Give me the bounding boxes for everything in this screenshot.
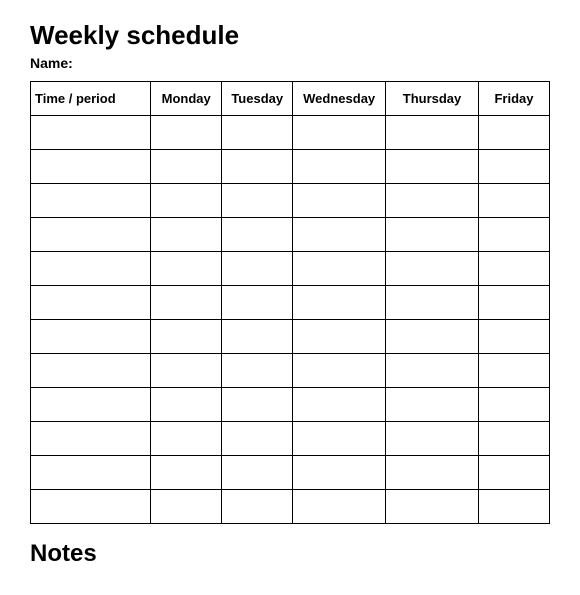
table-row[interactable] bbox=[31, 116, 550, 150]
table-row[interactable] bbox=[31, 286, 550, 320]
table-row[interactable] bbox=[31, 490, 550, 524]
notes-title: Notes bbox=[30, 540, 550, 568]
table-cell[interactable] bbox=[31, 422, 151, 456]
table-cell[interactable] bbox=[31, 252, 151, 286]
name-label: Name: bbox=[30, 55, 550, 71]
table-cell[interactable] bbox=[478, 218, 549, 252]
table-cell[interactable] bbox=[222, 218, 293, 252]
table-cell[interactable] bbox=[386, 388, 479, 422]
table-cell[interactable] bbox=[293, 252, 386, 286]
table-cell[interactable] bbox=[222, 150, 293, 184]
table-cell[interactable] bbox=[151, 252, 222, 286]
table-row[interactable] bbox=[31, 354, 550, 388]
table-cell[interactable] bbox=[222, 116, 293, 150]
page: Weekly schedule Name: Time / period Mond… bbox=[30, 20, 550, 568]
table-cell[interactable] bbox=[293, 388, 386, 422]
col-header-wed: Wednesday bbox=[293, 82, 386, 116]
table-cell[interactable] bbox=[222, 456, 293, 490]
table-cell[interactable] bbox=[151, 456, 222, 490]
table-cell[interactable] bbox=[478, 116, 549, 150]
table-row[interactable] bbox=[31, 456, 550, 490]
table-row[interactable] bbox=[31, 252, 550, 286]
col-header-tue: Tuesday bbox=[222, 82, 293, 116]
table-cell[interactable] bbox=[386, 490, 479, 524]
table-cell[interactable] bbox=[478, 252, 549, 286]
table-row[interactable] bbox=[31, 320, 550, 354]
table-cell[interactable] bbox=[386, 252, 479, 286]
table-cell[interactable] bbox=[386, 456, 479, 490]
table-cell[interactable] bbox=[31, 218, 151, 252]
table-cell[interactable] bbox=[478, 354, 549, 388]
table-cell[interactable] bbox=[151, 422, 222, 456]
table-cell[interactable] bbox=[31, 286, 151, 320]
table-cell[interactable] bbox=[293, 422, 386, 456]
table-cell[interactable] bbox=[293, 218, 386, 252]
table-cell[interactable] bbox=[478, 150, 549, 184]
page-title: Weekly schedule bbox=[30, 20, 550, 51]
table-cell[interactable] bbox=[31, 150, 151, 184]
table-cell[interactable] bbox=[151, 286, 222, 320]
table-cell[interactable] bbox=[478, 456, 549, 490]
table-cell[interactable] bbox=[293, 490, 386, 524]
table-cell[interactable] bbox=[31, 320, 151, 354]
table-cell[interactable] bbox=[478, 286, 549, 320]
table-cell[interactable] bbox=[386, 354, 479, 388]
table-cell[interactable] bbox=[31, 116, 151, 150]
table-cell[interactable] bbox=[151, 354, 222, 388]
table-cell[interactable] bbox=[151, 320, 222, 354]
table-cell[interactable] bbox=[293, 116, 386, 150]
table-cell[interactable] bbox=[151, 388, 222, 422]
table-row[interactable] bbox=[31, 218, 550, 252]
table-cell[interactable] bbox=[222, 354, 293, 388]
table-cell[interactable] bbox=[386, 184, 479, 218]
table-cell[interactable] bbox=[478, 320, 549, 354]
table-cell[interactable] bbox=[222, 286, 293, 320]
table-row[interactable] bbox=[31, 184, 550, 218]
table-cell[interactable] bbox=[222, 422, 293, 456]
table-cell[interactable] bbox=[151, 184, 222, 218]
table-cell[interactable] bbox=[31, 456, 151, 490]
table-cell[interactable] bbox=[222, 184, 293, 218]
col-header-fri: Friday bbox=[478, 82, 549, 116]
table-cell[interactable] bbox=[151, 218, 222, 252]
table-row[interactable] bbox=[31, 388, 550, 422]
table-header-row: Time / period Monday Tuesday Wednesday T… bbox=[31, 82, 550, 116]
table-cell[interactable] bbox=[151, 490, 222, 524]
table-cell[interactable] bbox=[222, 490, 293, 524]
col-header-thu: Thursday bbox=[386, 82, 479, 116]
table-cell[interactable] bbox=[293, 320, 386, 354]
table-cell[interactable] bbox=[293, 456, 386, 490]
col-header-mon: Monday bbox=[151, 82, 222, 116]
table-cell[interactable] bbox=[222, 252, 293, 286]
table-cell[interactable] bbox=[386, 116, 479, 150]
table-cell[interactable] bbox=[151, 116, 222, 150]
table-cell[interactable] bbox=[222, 388, 293, 422]
table-cell[interactable] bbox=[386, 320, 479, 354]
schedule-table: Time / period Monday Tuesday Wednesday T… bbox=[30, 81, 550, 524]
table-cell[interactable] bbox=[293, 184, 386, 218]
table-row[interactable] bbox=[31, 150, 550, 184]
table-cell[interactable] bbox=[386, 150, 479, 184]
col-header-time: Time / period bbox=[31, 82, 151, 116]
table-cell[interactable] bbox=[31, 354, 151, 388]
table-cell[interactable] bbox=[31, 490, 151, 524]
table-cell[interactable] bbox=[386, 422, 479, 456]
table-cell[interactable] bbox=[478, 388, 549, 422]
table-cell[interactable] bbox=[31, 388, 151, 422]
table-row[interactable] bbox=[31, 422, 550, 456]
table-cell[interactable] bbox=[151, 150, 222, 184]
table-cell[interactable] bbox=[386, 286, 479, 320]
table-cell[interactable] bbox=[478, 184, 549, 218]
table-cell[interactable] bbox=[386, 218, 479, 252]
table-cell[interactable] bbox=[293, 354, 386, 388]
table-cell[interactable] bbox=[293, 286, 386, 320]
table-cell[interactable] bbox=[293, 150, 386, 184]
table-cell[interactable] bbox=[222, 320, 293, 354]
table-cell[interactable] bbox=[31, 184, 151, 218]
table-cell[interactable] bbox=[478, 490, 549, 524]
table-cell[interactable] bbox=[478, 422, 549, 456]
